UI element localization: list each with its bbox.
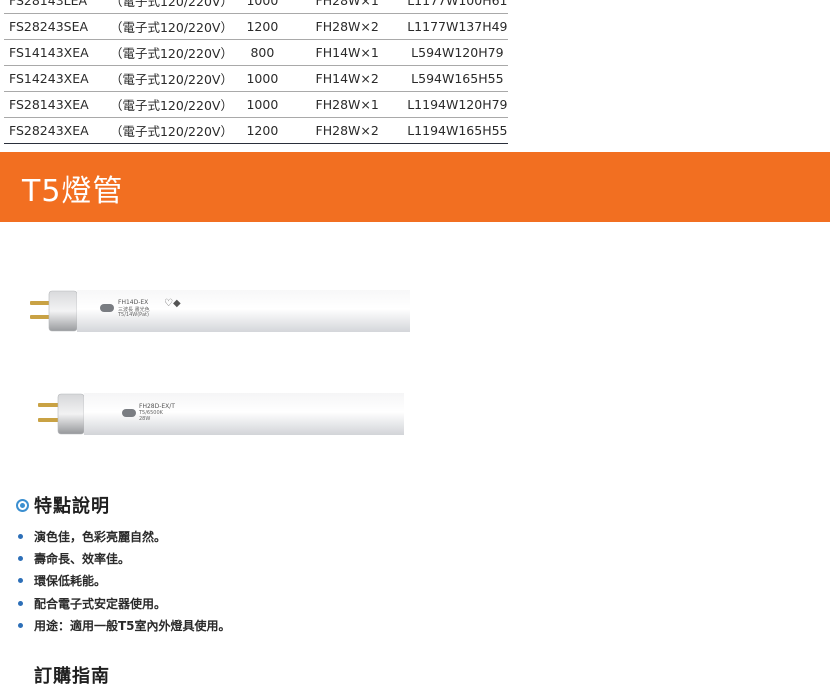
type-cell: （電子式120/220V） bbox=[109, 91, 238, 118]
certification-marks-icon: ♡◆ bbox=[164, 298, 181, 309]
type-cell: （電子式120/220V） bbox=[109, 39, 238, 66]
list-item: 演色佳，色彩亮麗自然。 bbox=[16, 525, 231, 547]
list-item: 配合電子式安定器使用。 bbox=[16, 592, 231, 614]
list-item: 用途：適用一般T5室內外燈具使用。 bbox=[16, 615, 231, 637]
feature-text: 環保低耗能。 bbox=[34, 574, 107, 589]
size-cell: L594W165H55 bbox=[406, 65, 508, 92]
feature-text: 演色佳，色彩亮麗自然。 bbox=[34, 529, 167, 544]
features-title: 特點說明 bbox=[34, 496, 110, 517]
t5-tube-image-2: FH28D-EX/T T5/6500K 28W bbox=[36, 391, 406, 437]
tube-print-line3: 28W bbox=[139, 416, 151, 422]
model-cell: FS28143LEA bbox=[4, 0, 110, 14]
watt-cell: 1200 bbox=[237, 13, 288, 40]
table-row: FS28143XEA （電子式120/220V） 1000 FH28W×1 L1… bbox=[4, 91, 508, 118]
size-cell: L1177W137H49 bbox=[406, 13, 508, 40]
lamp-cell: FH28W×2 bbox=[287, 117, 407, 144]
spec-table: FS28143LEA （電子式120/220V） 1000 FH28W×1 L1… bbox=[4, 0, 508, 144]
model-cell: FS14243XEA bbox=[4, 65, 110, 92]
model-cell: FS28143XEA bbox=[4, 91, 110, 118]
watt-cell: 1200 bbox=[237, 117, 288, 144]
table-row: FS28243SEA （電子式120/220V） 1200 FH28W×2 L1… bbox=[4, 13, 508, 40]
size-cell: L1177W100H61 bbox=[406, 0, 508, 14]
model-cell: FS28243SEA bbox=[4, 13, 110, 40]
size-cell: L594W120H79 bbox=[406, 39, 508, 66]
bullet-dot-icon bbox=[18, 600, 23, 606]
watt-cell: 1000 bbox=[237, 65, 288, 92]
lamp-cell: FH28W×2 bbox=[287, 13, 407, 40]
feature-text: 壽命長、效率佳。 bbox=[34, 552, 131, 567]
type-cell: （電子式120/220V） bbox=[109, 117, 238, 144]
ordering-guide-heading: 訂購指南 bbox=[34, 666, 110, 687]
watt-cell: 800 bbox=[237, 39, 288, 66]
bullet-dot-icon bbox=[18, 533, 23, 539]
lamp-cell: FH14W×2 bbox=[287, 65, 407, 92]
radio-bullet-icon bbox=[16, 498, 29, 512]
feature-text: 配合電子式安定器使用。 bbox=[34, 596, 167, 611]
table-row: FS28143LEA （電子式120/220V） 1000 FH28W×1 L1… bbox=[4, 0, 508, 14]
bullet-dot-icon bbox=[18, 623, 23, 629]
tube-print-line3: T5/14W(Pat) bbox=[118, 312, 149, 318]
t5-tube-image-1: FH14D-EX 三波長 晝光色 T5/14W(Pat) ♡◆ bbox=[28, 282, 412, 338]
feature-text: 用途：適用一般T5室內外燈具使用。 bbox=[34, 619, 231, 634]
brand-logo-icon bbox=[122, 409, 136, 417]
features-list: 演色佳，色彩亮麗自然。 壽命長、效率佳。 環保低耗能。 配合電子式安定器使用。 … bbox=[16, 525, 231, 637]
type-cell: （電子式120/220V） bbox=[109, 0, 238, 14]
lamp-cell: FH28W×1 bbox=[287, 91, 407, 118]
size-cell: L1194W120H79 bbox=[406, 91, 508, 118]
table-row: FS14243XEA （電子式120/220V） 1000 FH14W×2 L5… bbox=[4, 65, 508, 92]
banner-title: T5燈管 bbox=[22, 174, 124, 209]
brand-logo-icon bbox=[100, 304, 114, 312]
type-cell: （電子式120/220V） bbox=[109, 65, 238, 92]
tube-print-line1: FH28D-EX/T bbox=[139, 403, 175, 410]
bullet-dot-icon bbox=[18, 578, 23, 584]
table-row: FS28243XEA （電子式120/220V） 1200 FH28W×2 L1… bbox=[4, 117, 508, 144]
type-cell: （電子式120/220V） bbox=[109, 13, 238, 40]
list-item: 環保低耗能。 bbox=[16, 570, 231, 592]
model-cell: FS28243XEA bbox=[4, 117, 110, 144]
watt-cell: 1000 bbox=[237, 0, 288, 14]
table-row: FS14143XEA （電子式120/220V） 800 FH14W×1 L59… bbox=[4, 39, 508, 66]
section-banner: T5燈管 bbox=[0, 152, 830, 222]
lamp-cell: FH28W×1 bbox=[287, 0, 407, 14]
tube-print-line1: FH14D-EX bbox=[118, 299, 149, 306]
features-heading: 特點說明 bbox=[16, 492, 110, 518]
watt-cell: 1000 bbox=[237, 91, 288, 118]
list-item: 壽命長、效率佳。 bbox=[16, 547, 231, 569]
lamp-cell: FH14W×1 bbox=[287, 39, 407, 66]
size-cell: L1194W165H55 bbox=[406, 117, 508, 144]
model-cell: FS14143XEA bbox=[4, 39, 110, 66]
bullet-dot-icon bbox=[18, 556, 23, 562]
